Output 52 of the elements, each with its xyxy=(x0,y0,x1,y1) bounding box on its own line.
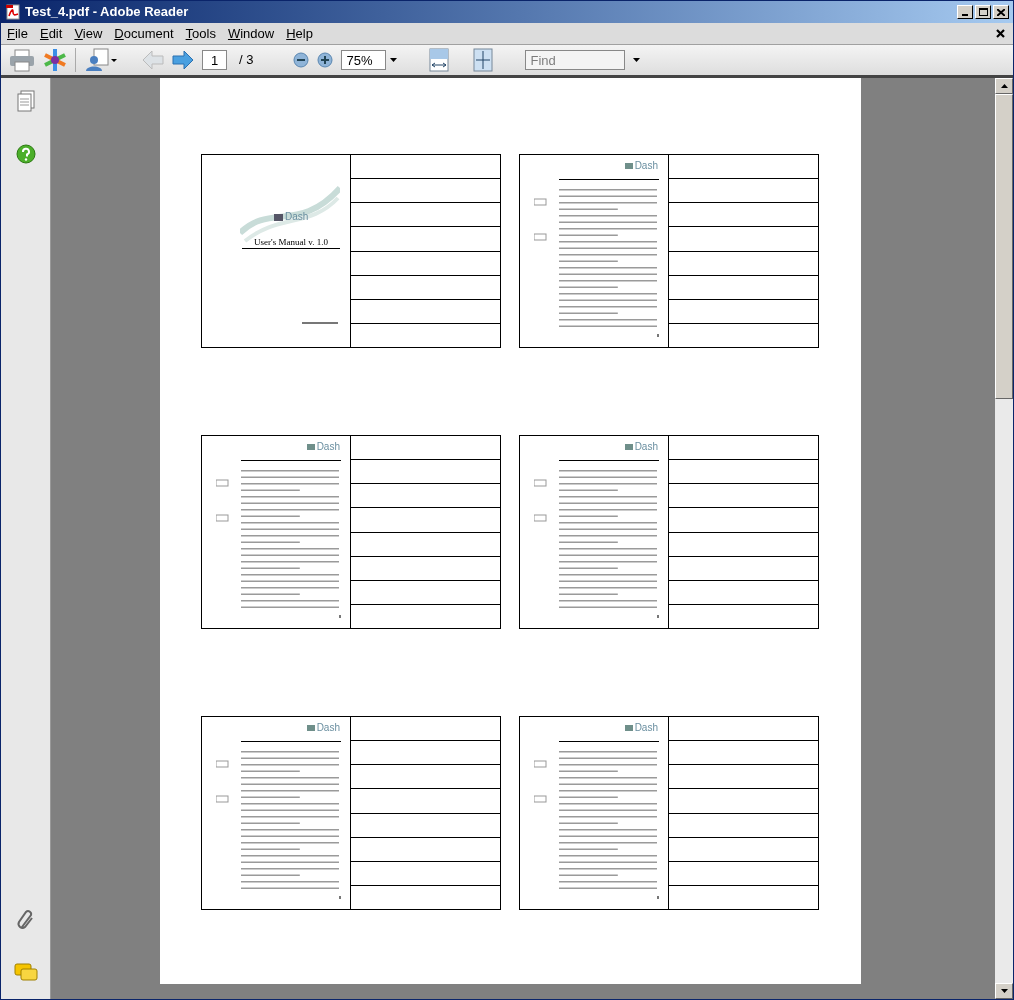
zoom-field[interactable]: 75% xyxy=(341,50,387,70)
zoom-out-icon[interactable] xyxy=(293,52,310,68)
find-field[interactable]: Find xyxy=(525,50,626,70)
logo-text: Dash xyxy=(285,212,309,222)
user-document-icon[interactable] xyxy=(84,48,118,72)
window-title: Test_4.pdf - Adobe Reader xyxy=(25,3,189,22)
logo-text: Dash xyxy=(316,723,340,733)
dropdown-caret-icon xyxy=(390,58,398,62)
zoom-dropdown[interactable]: 75% xyxy=(341,50,398,70)
close-document-icon[interactable] xyxy=(996,29,1005,38)
dropdown-caret-icon[interactable] xyxy=(633,58,641,62)
menu-item[interactable]: View xyxy=(68,23,109,44)
maximize-icon xyxy=(978,8,988,16)
logo-icon xyxy=(624,444,633,450)
fit-width-icon[interactable] xyxy=(429,48,450,72)
logo-icon xyxy=(306,444,315,450)
logo-icon xyxy=(274,213,283,221)
fit-page-icon[interactable] xyxy=(473,48,494,72)
logo-text: Dash xyxy=(634,442,658,452)
scroll-up-icon[interactable] xyxy=(1000,84,1008,88)
page-number-field[interactable]: 1 xyxy=(202,50,227,70)
page-total: / 3 xyxy=(239,51,254,70)
logo-icon xyxy=(624,163,633,169)
logo-text: Dash xyxy=(634,161,658,171)
logo-icon xyxy=(624,725,633,731)
minimize-icon xyxy=(962,14,968,16)
print-icon[interactable] xyxy=(9,48,35,72)
star-burst-icon[interactable] xyxy=(43,48,67,72)
logo-text: Dash xyxy=(634,723,658,733)
copyright-line-drawing xyxy=(302,322,338,324)
next-page-icon[interactable] xyxy=(172,50,194,70)
logo-text: Dash xyxy=(316,442,340,452)
scroll-down-icon[interactable] xyxy=(1000,989,1008,993)
menu-item[interactable]: File xyxy=(1,23,34,44)
vertical-scrollbar[interactable] xyxy=(995,78,1013,999)
scrollbar-thumb[interactable] xyxy=(995,94,1013,399)
close-button[interactable] xyxy=(993,5,1009,19)
pages-icon[interactable] xyxy=(16,90,35,112)
menu-item[interactable]: Help xyxy=(280,23,319,44)
attachment-icon[interactable] xyxy=(15,909,36,931)
help-icon[interactable] xyxy=(15,144,36,164)
menu-item[interactable]: Window xyxy=(221,23,281,44)
menu-item[interactable]: Edit xyxy=(33,23,69,44)
logo-icon xyxy=(306,725,315,731)
zoom-in-icon[interactable] xyxy=(317,52,334,68)
menu-item[interactable]: Tools xyxy=(179,23,222,44)
close-icon xyxy=(997,8,1005,16)
minimize-button[interactable] xyxy=(957,5,973,19)
manual-title: User's Manual v. 1.0 xyxy=(242,237,340,249)
pdf-file-icon xyxy=(5,4,21,20)
menu-item[interactable]: Document xyxy=(108,23,180,44)
maximize-button[interactable] xyxy=(975,5,991,19)
